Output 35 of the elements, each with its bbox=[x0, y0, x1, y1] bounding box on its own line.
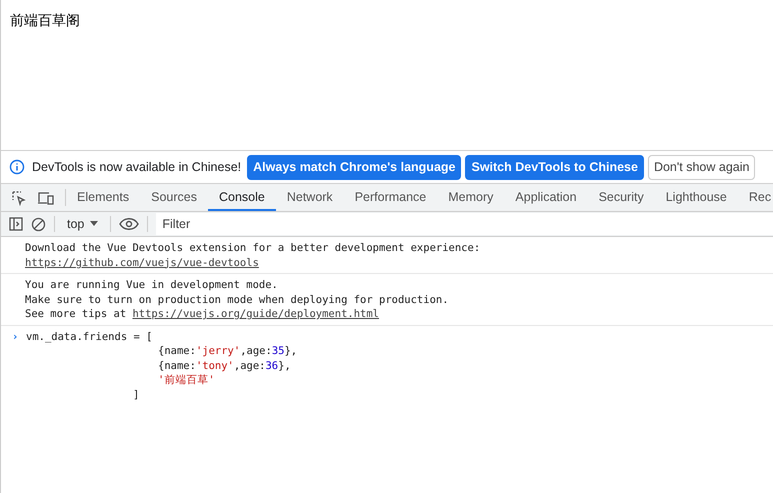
page-heading: 前端百草阁 bbox=[10, 13, 80, 29]
code-line: '前端百草' bbox=[157, 373, 216, 388]
caret-icon bbox=[90, 221, 98, 227]
console-message: You are running Vue in development mode. bbox=[25, 278, 279, 292]
infobar-message: DevTools is now available in Chinese! bbox=[32, 160, 242, 174]
context-dropdown[interactable]: top bbox=[63, 217, 102, 231]
code-line: {name:'tony',age:36}, bbox=[157, 358, 292, 373]
sidebar-toggle-icon[interactable] bbox=[9, 217, 23, 231]
infobar-action-button[interactable]: Switch DevTools to Chinese bbox=[465, 154, 644, 180]
code-line: vm._data.friends = [ bbox=[26, 330, 154, 344]
code-line: ] bbox=[132, 388, 140, 402]
panel-tab[interactable]: Application bbox=[504, 184, 588, 211]
inspect-icon[interactable] bbox=[11, 190, 27, 206]
dismiss-button[interactable]: Don't show again bbox=[648, 154, 756, 180]
panel-tab[interactable]: Memory bbox=[437, 184, 504, 211]
eye-icon[interactable] bbox=[119, 217, 140, 231]
panel-tab[interactable]: Rec bbox=[738, 184, 773, 211]
panel-tab[interactable]: Security bbox=[588, 184, 655, 211]
filter-field[interactable]: Filter bbox=[156, 213, 773, 235]
console-link[interactable]: https://vuejs.org/guide/deployment.html bbox=[132, 308, 380, 320]
console-message: See more tips at bbox=[25, 308, 128, 320]
prompt-icon: › bbox=[12, 330, 26, 402]
panel-tab[interactable]: Performance bbox=[344, 184, 438, 211]
panel-tab[interactable]: Elements bbox=[66, 184, 140, 211]
code-line: {name:'jerry',age:35}, bbox=[157, 344, 298, 358]
device-icon[interactable] bbox=[37, 190, 55, 206]
clear-console-icon[interactable] bbox=[31, 216, 46, 232]
panel-tab[interactable]: Network bbox=[276, 184, 344, 211]
console-message: Download the Vue Devtools extension for a better development experience: bbox=[25, 241, 482, 256]
info-icon bbox=[9, 159, 25, 175]
panel-tab[interactable]: Lighthouse bbox=[654, 184, 738, 211]
console-link[interactable]: https://github.com/vuejs/vue-devtools bbox=[25, 256, 259, 268]
panel-tab[interactable]: Sources bbox=[140, 184, 208, 211]
console-message: Make sure to turn on production mode when deploying for production. bbox=[25, 292, 450, 307]
infobar-action-button[interactable]: Always match Chrome's language bbox=[247, 154, 462, 180]
